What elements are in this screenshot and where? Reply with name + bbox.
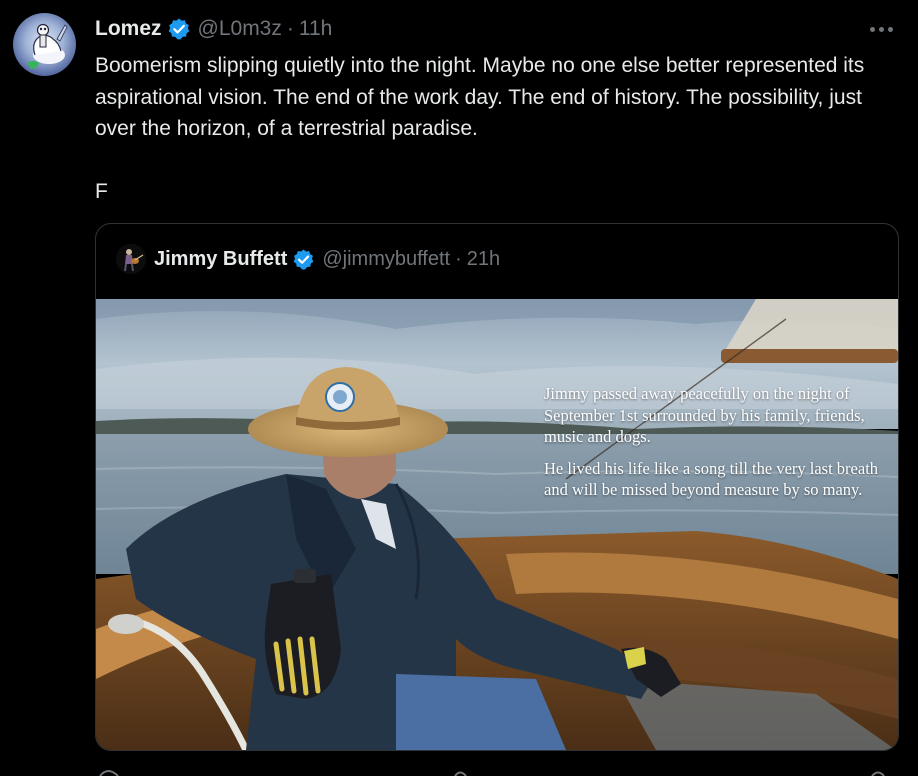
more-options-icon[interactable] (870, 22, 900, 36)
quoted-tweet-timestamp[interactable]: 21h (467, 248, 500, 271)
quoted-tweet-photo[interactable]: Jimmy passed away peacefully on the nigh… (96, 299, 898, 750)
tweet-text: Boomerism slipping quietly into the nigh… (95, 50, 885, 145)
author-name[interactable]: Lomez (95, 17, 162, 41)
separator-dot: · (455, 247, 462, 270)
author-avatar[interactable] (13, 13, 76, 76)
quoted-tweet-card[interactable]: Jimmy Buffett @jimmybuffett · 21h Jimmy … (95, 223, 899, 751)
quoted-author-name[interactable]: Jimmy Buffett (154, 248, 287, 271)
verified-badge-icon[interactable] (167, 17, 191, 41)
skeleton-rider-avatar-icon (27, 23, 68, 69)
author-handle[interactable]: @L0m3z (198, 17, 282, 41)
photo-caption: Jimmy passed away peacefully on the nigh… (544, 383, 890, 511)
quoted-author-avatar[interactable] (116, 244, 146, 274)
like-icon (454, 771, 467, 776)
reply-icon (99, 770, 119, 776)
tweet-header: Lomez @L0m3z · 11h (95, 16, 332, 42)
quoted-tweet-header: Jimmy Buffett @jimmybuffett · 21h (116, 244, 500, 274)
quoted-author-handle[interactable]: @jimmybuffett (322, 248, 450, 271)
tweet-timestamp[interactable]: 11h (299, 17, 332, 41)
tweet-sign-off: F (95, 180, 108, 203)
sailboat-photo (96, 299, 898, 750)
action-bar-partial (0, 760, 918, 776)
photo-caption-line-2: He lived his life like a song till the v… (544, 458, 879, 500)
guitar-player-avatar-icon (116, 244, 146, 274)
photo-caption-line-1: Jimmy passed away peacefully on the nigh… (544, 384, 865, 446)
share-icon (871, 771, 885, 776)
verified-badge-icon[interactable] (292, 248, 315, 271)
tweet-body: Boomerism slipping quietly into the nigh… (95, 54, 865, 140)
separator-dot: · (286, 17, 294, 40)
